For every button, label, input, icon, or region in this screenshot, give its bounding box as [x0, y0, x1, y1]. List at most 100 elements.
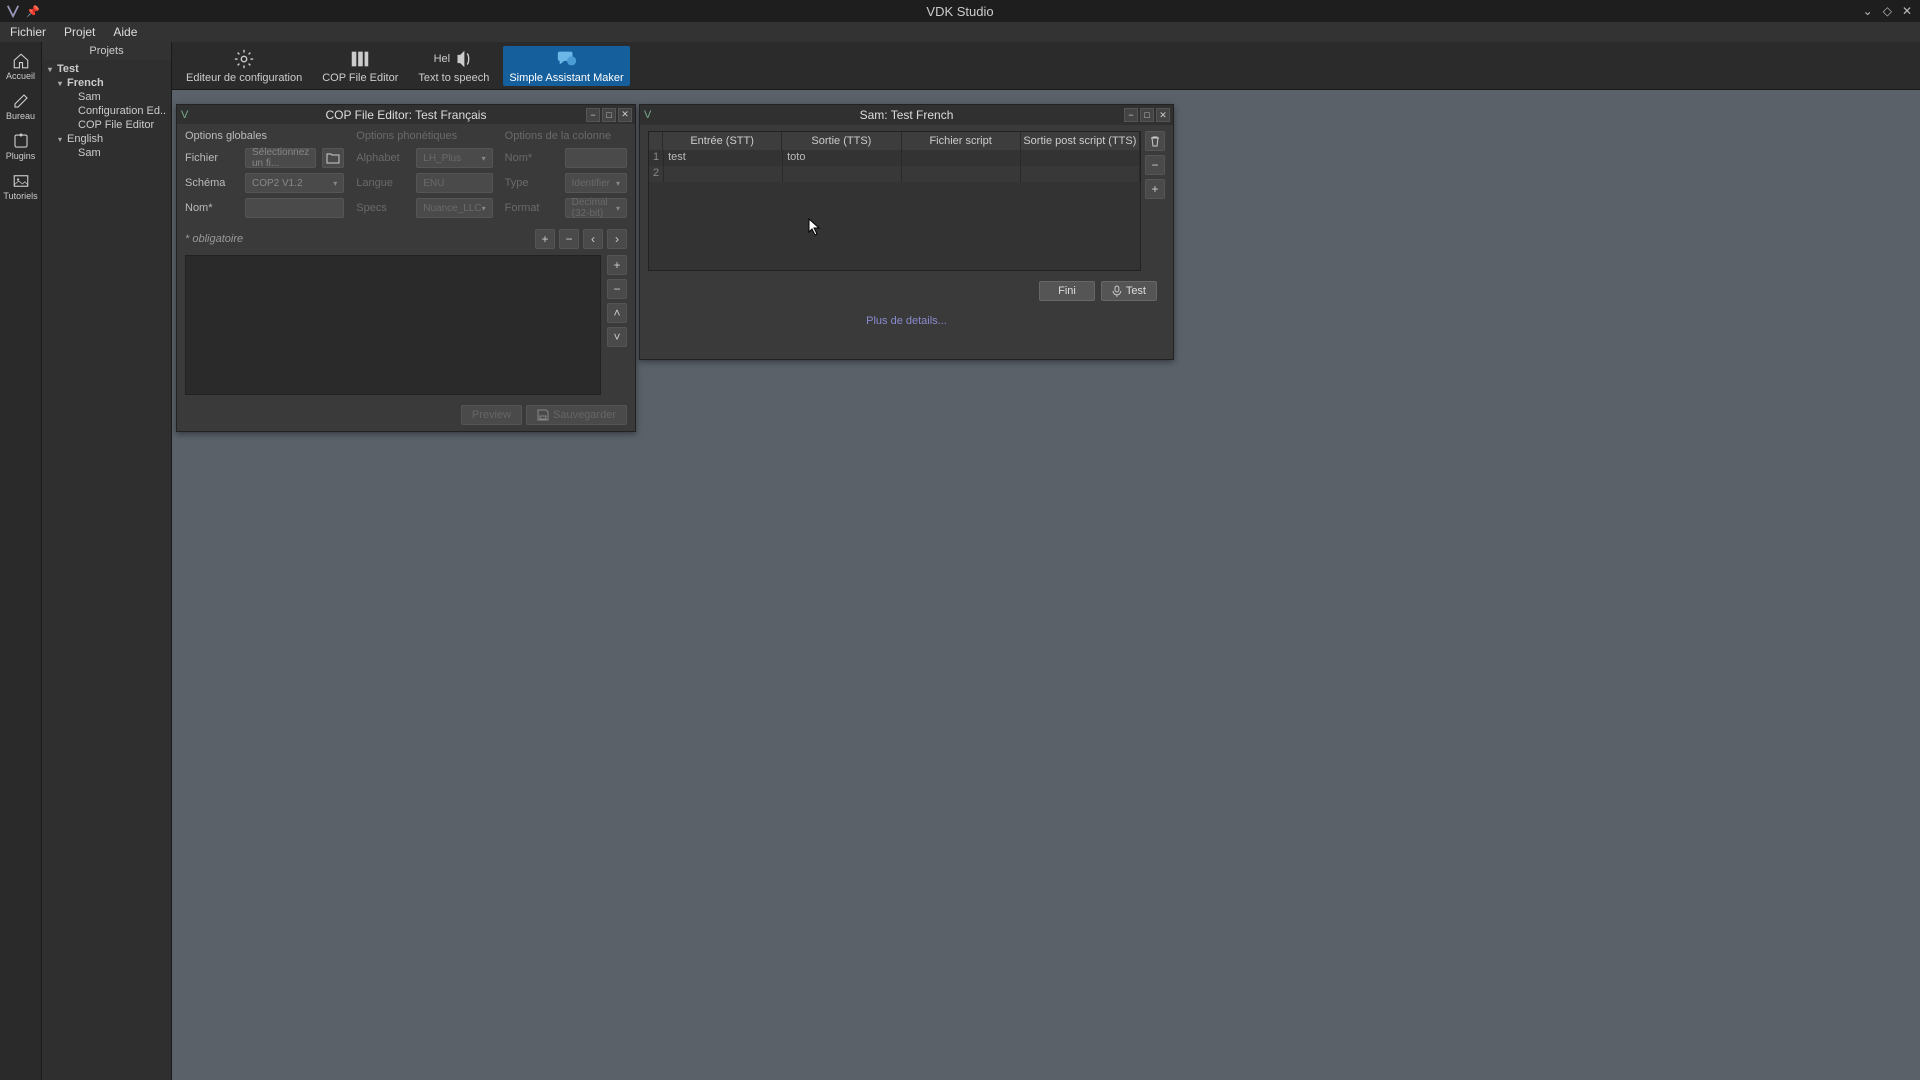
specs-select[interactable]: Nuance_LLC▾ — [416, 198, 492, 218]
tree-english[interactable]: ▾English — [46, 132, 167, 146]
maximize-icon[interactable]: □ — [1140, 108, 1154, 122]
move-up-button[interactable]: ˄ — [607, 303, 627, 323]
close-icon[interactable]: ✕ — [1156, 108, 1170, 122]
projects-panel: Projets ▾Test ▾French Sam Configuration … — [42, 42, 172, 1080]
menubar: Fichier Projet Aide — [0, 22, 1920, 42]
home-icon — [12, 52, 30, 70]
prev-button[interactable]: ‹ — [583, 229, 603, 249]
panel-title-text: Sam: Test French — [860, 108, 954, 122]
nav-tutoriels[interactable]: Tutoriels — [1, 166, 41, 206]
tree-root[interactable]: ▾Test — [46, 62, 167, 76]
maximize-icon[interactable]: □ — [602, 108, 616, 122]
cop-panel: V COP File Editor: Test Français − □ ✕ O… — [176, 104, 636, 432]
table-row[interactable]: 2 — [649, 166, 1140, 182]
add-button[interactable]: + — [1145, 179, 1165, 199]
chevron-down-icon[interactable]: ▾ — [46, 65, 54, 74]
langue-select[interactable]: ENU — [416, 173, 492, 193]
puzzle-icon — [12, 132, 30, 150]
tree-item[interactable]: Sam — [46, 90, 167, 104]
col-post-script[interactable]: Sortie post script (TTS) — [1021, 132, 1140, 150]
workspace: V COP File Editor: Test Français − □ ✕ O… — [172, 90, 1920, 1080]
tree-item[interactable]: Configuration Ed... — [46, 104, 167, 118]
chat-icon — [556, 48, 578, 70]
folder-open-button[interactable] — [322, 148, 344, 168]
chevron-down-icon: ▾ — [482, 204, 486, 213]
tree-item[interactable]: COP File Editor — [46, 118, 167, 132]
sam-table: Entrée (STT) Sortie (TTS) Fichier script… — [648, 131, 1141, 271]
leftnav: Accueil Bureau Plugins Tutoriels — [0, 42, 42, 1080]
chevron-down-icon: ▾ — [482, 154, 486, 163]
tool-tts[interactable]: Hel Text to speech — [412, 46, 495, 86]
type-select[interactable]: Identifier▾ — [565, 173, 627, 193]
cop-panel-titlebar[interactable]: V COP File Editor: Test Français − □ ✕ — [177, 105, 635, 124]
chevron-down-icon: ▾ — [616, 204, 620, 213]
chevron-down-icon: ▾ — [333, 179, 337, 188]
fini-button[interactable]: Fini — [1039, 281, 1095, 301]
nom-input[interactable] — [245, 198, 344, 218]
add-column-button[interactable]: + — [535, 229, 555, 249]
tree-french[interactable]: ▾French — [46, 76, 167, 90]
chevron-down-icon[interactable]: ▾ — [56, 79, 64, 88]
section-globales: Options globales Fichier Sélectionnez un… — [185, 130, 344, 223]
app-title: VDK Studio — [926, 4, 993, 19]
toolbar: Editeur de configuration COP File Editor… — [172, 42, 1920, 90]
chevron-down-icon[interactable]: ⌄ — [1863, 4, 1873, 18]
nav-bureau[interactable]: Bureau — [1, 86, 41, 126]
add-row-button[interactable]: + — [607, 255, 627, 275]
next-button[interactable]: › — [607, 229, 627, 249]
main-area: Editeur de configuration COP File Editor… — [172, 42, 1920, 1080]
menu-fichier[interactable]: Fichier — [10, 25, 46, 39]
delete-row-button[interactable] — [1145, 131, 1165, 151]
tool-cop-editor[interactable]: COP File Editor — [316, 46, 404, 86]
nav-plugins[interactable]: Plugins — [1, 126, 41, 166]
sound-icon — [452, 48, 474, 70]
chevron-down-icon[interactable]: ▾ — [56, 135, 64, 144]
projects-header: Projets — [42, 42, 171, 60]
chevron-down-icon: ▾ — [616, 179, 620, 188]
maximize-icon[interactable]: ◇ — [1883, 4, 1892, 18]
fichier-select[interactable]: Sélectionnez un fi... — [245, 148, 316, 168]
format-select[interactable]: Decimal (32-bit)▾ — [565, 198, 627, 218]
close-icon[interactable]: ✕ — [618, 108, 632, 122]
obligatoire-note: * obligatoire — [185, 233, 243, 245]
menu-aide[interactable]: Aide — [113, 25, 137, 39]
test-button[interactable]: Test — [1101, 281, 1157, 301]
schema-select[interactable]: COP2 V1.2▾ — [245, 173, 344, 193]
tool-config-editor[interactable]: Editeur de configuration — [180, 46, 308, 86]
more-details-link[interactable]: Plus de details... — [648, 311, 1165, 335]
close-icon[interactable]: ✕ — [1902, 4, 1912, 18]
save-button[interactable]: Sauvegarder — [526, 405, 627, 425]
remove-column-button[interactable]: − — [559, 229, 579, 249]
move-down-button[interactable]: ˅ — [607, 327, 627, 347]
window-controls: ⌄ ◇ ✕ — [1863, 4, 1920, 18]
minimize-icon[interactable]: − — [1124, 108, 1138, 122]
minimize-icon[interactable]: − — [586, 108, 600, 122]
menu-projet[interactable]: Projet — [64, 25, 95, 39]
col-nom-input[interactable] — [565, 148, 627, 168]
section-colonne: Options de la colonne Nom* Type Identifi… — [505, 130, 627, 223]
v-logo-icon: V — [644, 109, 651, 121]
trash-icon — [1149, 135, 1161, 147]
alphabet-select[interactable]: LH_Plus▾ — [416, 148, 492, 168]
projects-tree: ▾Test ▾French Sam Configuration Ed... CO… — [42, 60, 171, 162]
tool-assistant-maker[interactable]: Simple Assistant Maker — [503, 46, 629, 86]
titlebar: 📌 VDK Studio ⌄ ◇ ✕ — [0, 0, 1920, 22]
table-row[interactable]: 1 test toto — [649, 150, 1140, 166]
pin-icon[interactable]: 📌 — [26, 5, 40, 18]
save-icon — [537, 409, 549, 421]
nav-accueil[interactable]: Accueil — [1, 46, 41, 86]
col-entree[interactable]: Entrée (STT) — [663, 132, 782, 150]
sam-panel-titlebar[interactable]: V Sam: Test French − □ ✕ — [640, 105, 1173, 125]
tree-item[interactable]: Sam — [46, 146, 167, 160]
edit-icon — [12, 92, 30, 110]
remove-row-button[interactable]: − — [607, 279, 627, 299]
columns-icon — [349, 48, 371, 70]
image-icon — [12, 172, 30, 190]
col-script[interactable]: Fichier script — [902, 132, 1021, 150]
remove-button[interactable]: − — [1145, 155, 1165, 175]
tts-text-icon: Hel — [434, 53, 451, 65]
entries-list[interactable] — [185, 255, 601, 395]
preview-button[interactable]: Preview — [461, 405, 522, 425]
col-sortie-tts[interactable]: Sortie (TTS) — [782, 132, 901, 150]
v-logo-icon: V — [181, 109, 188, 121]
